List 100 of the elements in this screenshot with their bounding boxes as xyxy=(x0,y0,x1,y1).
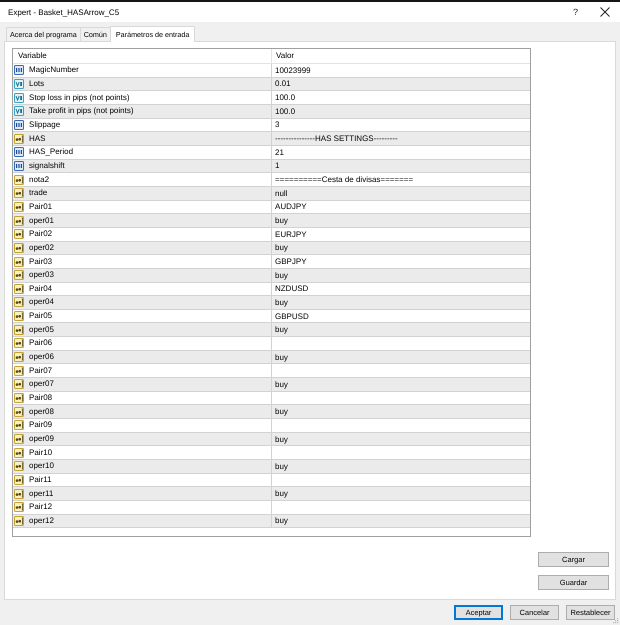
text-type-icon xyxy=(14,256,24,267)
variable-name: Pair10 xyxy=(29,448,52,458)
variable-name: oper07 xyxy=(29,379,54,390)
text-type-icon xyxy=(14,406,24,417)
variable-name: oper05 xyxy=(29,324,54,335)
value-cell[interactable]: 100.0 xyxy=(272,91,530,105)
value-cell[interactable]: null xyxy=(272,186,530,201)
variable-name: oper12 xyxy=(29,516,54,526)
text-type-icon xyxy=(14,461,24,472)
variable-name: signalshift xyxy=(29,160,65,171)
variable-name: trade xyxy=(29,188,48,198)
value-cell[interactable]: 0.01 xyxy=(272,78,530,92)
variable-name: Pair06 xyxy=(29,338,52,348)
variable-name: Lots xyxy=(29,78,44,89)
text-type-icon xyxy=(14,434,24,444)
value-cell[interactable]: buy xyxy=(272,405,530,420)
variable-name: Pair05 xyxy=(29,311,52,322)
decimal-type-icon xyxy=(14,92,24,103)
value-cell[interactable]: buy xyxy=(272,323,530,338)
value-cell[interactable]: ==========Cesta de divisas======= xyxy=(272,173,530,187)
text-type-icon xyxy=(14,393,24,404)
value-cell[interactable]: buy xyxy=(272,350,530,364)
variable-name: Pair08 xyxy=(29,393,52,404)
text-type-icon xyxy=(14,488,24,499)
variable-name: oper06 xyxy=(29,352,54,362)
value-cell[interactable]: ---------------HAS SETTINGS--------- xyxy=(272,132,530,146)
text-type-icon xyxy=(14,420,24,430)
text-type-icon xyxy=(14,174,24,185)
variable-name: oper03 xyxy=(29,270,54,280)
text-type-icon xyxy=(14,338,24,348)
value-cell[interactable]: buy xyxy=(272,214,530,228)
variable-name: Pair07 xyxy=(29,366,52,376)
value-cell[interactable]: 100.0 xyxy=(272,104,530,119)
variable-name: MagicNumber xyxy=(29,65,79,76)
decimal-type-icon xyxy=(14,106,24,116)
value-cell[interactable]: buy xyxy=(272,487,530,501)
text-type-icon xyxy=(14,352,24,362)
number-type-icon xyxy=(14,120,24,130)
value-cell[interactable]: buy xyxy=(272,432,530,446)
variable-name: nota2 xyxy=(29,174,50,185)
variable-name: Pair02 xyxy=(29,229,52,240)
text-type-icon xyxy=(14,284,24,294)
text-type-icon xyxy=(14,516,24,526)
variable-name: oper11 xyxy=(29,488,54,499)
variable-name: Take profit in pips (not points) xyxy=(29,106,134,116)
variable-name: Pair03 xyxy=(29,256,52,267)
help-button[interactable]: ? xyxy=(572,7,578,17)
value-cell[interactable]: 1 xyxy=(272,160,530,174)
close-button[interactable] xyxy=(600,7,610,17)
text-type-icon xyxy=(14,202,24,212)
text-type-icon xyxy=(14,229,24,240)
variable-name: HAS xyxy=(29,134,46,144)
value-cell[interactable]: buy xyxy=(272,296,530,310)
value-cell[interactable]: buy xyxy=(272,378,530,392)
value-cell[interactable]: buy xyxy=(272,514,530,528)
text-type-icon xyxy=(14,379,24,390)
variable-name: oper04 xyxy=(29,297,54,308)
variable-name: oper01 xyxy=(29,216,54,226)
text-type-icon xyxy=(14,324,24,335)
value-cell[interactable] xyxy=(272,474,530,488)
text-type-icon xyxy=(14,270,24,280)
variable-name: oper09 xyxy=(29,434,54,444)
text-type-icon xyxy=(14,188,24,198)
text-type-icon xyxy=(14,242,24,253)
number-type-icon xyxy=(14,65,24,76)
column-header: Variable xyxy=(13,49,272,64)
variable-name: Slippage xyxy=(29,120,60,130)
number-type-icon xyxy=(14,147,24,158)
variable-name: oper02 xyxy=(29,242,54,253)
value-cell[interactable]: 3 xyxy=(272,118,530,132)
decimal-type-icon xyxy=(14,78,24,89)
text-type-icon xyxy=(14,502,24,512)
text-type-icon xyxy=(14,448,24,458)
text-type-icon xyxy=(14,297,24,308)
value-cell[interactable]: 10023999 xyxy=(272,64,530,78)
variable-name: Pair12 xyxy=(29,502,52,512)
variable-name: Pair04 xyxy=(29,284,52,294)
text-type-icon xyxy=(14,216,24,226)
variable-name: Stop loss in pips (not points) xyxy=(29,92,130,103)
text-type-icon xyxy=(14,366,24,376)
value-cell[interactable]: buy xyxy=(272,242,530,256)
text-type-icon xyxy=(14,134,24,144)
value-cell[interactable]: NZDUSD xyxy=(272,282,530,296)
variable-name: Pair11 xyxy=(29,475,52,486)
variable-name: HAS_Period xyxy=(29,147,74,158)
size-grip-icon[interactable] xyxy=(613,618,619,624)
text-type-icon xyxy=(14,475,24,486)
value-cell[interactable]: buy xyxy=(272,460,530,474)
variable-name: Pair09 xyxy=(29,420,52,430)
value-cell[interactable]: GBPJPY xyxy=(272,255,530,269)
variable-name: Pair01 xyxy=(29,202,52,212)
variable-name: oper08 xyxy=(29,406,54,417)
window-title: Expert - Basket_HASArrow_C5 xyxy=(8,8,120,16)
value-cell[interactable]: buy xyxy=(272,268,530,282)
close-icon xyxy=(600,7,610,17)
column-header: Valor xyxy=(272,49,530,64)
number-type-icon xyxy=(14,160,24,171)
text-type-icon xyxy=(14,311,24,322)
value-cell[interactable]: AUDJPY xyxy=(272,200,530,214)
variable-name: oper10 xyxy=(29,461,54,472)
